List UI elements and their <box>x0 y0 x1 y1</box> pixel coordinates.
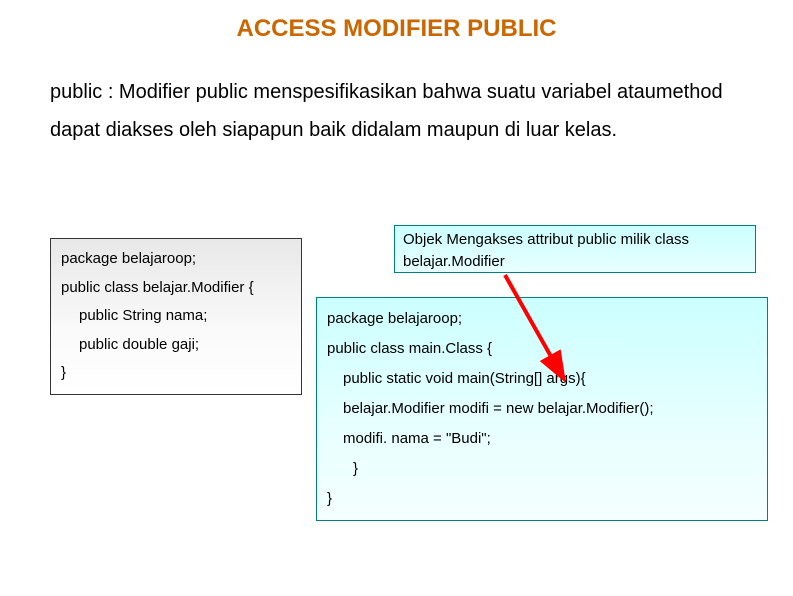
code-box-left: package belajaroop; public class belajar… <box>50 238 302 395</box>
callout-box: Objek Mengakses attribut public milik cl… <box>394 225 756 273</box>
description-text: public : Modifier public menspesifikasik… <box>0 53 793 149</box>
code-line: public static void main(String[] args){ <box>343 364 757 394</box>
code-line: belajar.Modifier modifi = new belajar.Mo… <box>343 394 757 424</box>
code-line: package belajaroop; <box>61 245 291 274</box>
code-line: public double gaji; <box>79 331 291 360</box>
code-line: public class belajar.Modifier { <box>61 274 291 303</box>
code-line: public class main.Class { <box>327 334 757 364</box>
page-title: ACCESS MODIFIER PUBLIC <box>0 0 793 53</box>
code-line: modifi. nama = "Budi"; <box>343 424 757 454</box>
code-line: } <box>61 359 291 388</box>
code-box-right: package belajaroop; public class main.Cl… <box>316 297 768 521</box>
code-line: public String nama; <box>79 302 291 331</box>
code-line: } <box>327 484 757 514</box>
code-line: } <box>353 454 757 484</box>
code-line: package belajaroop; <box>327 304 757 334</box>
